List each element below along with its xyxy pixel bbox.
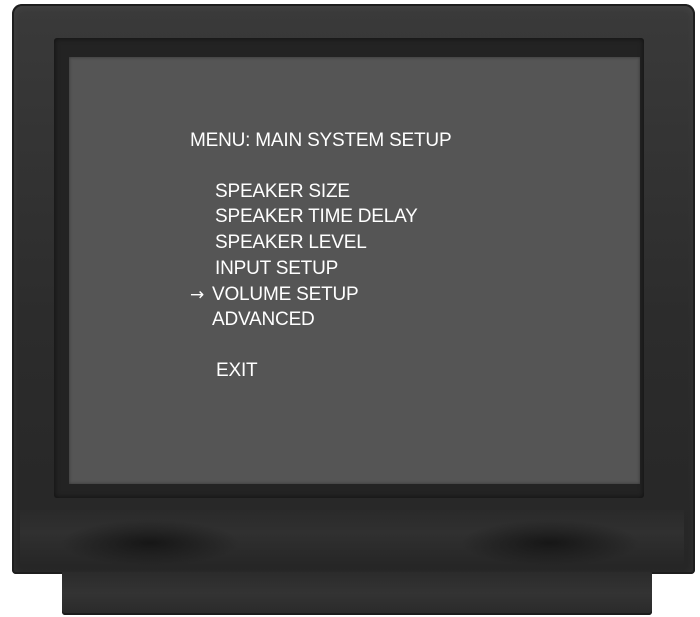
speaker-grille-right <box>460 520 640 566</box>
speaker-grille-left <box>60 520 240 566</box>
menu-item-exit[interactable]: EXIT <box>216 360 258 382</box>
menu-item-speaker-size[interactable]: SPEAKER SIZE <box>215 181 350 203</box>
menu-item-advanced[interactable]: ADVANCED <box>212 309 315 331</box>
tv-screen <box>69 57 640 484</box>
tv-stand <box>62 572 652 615</box>
menu-item-speaker-level[interactable]: SPEAKER LEVEL <box>215 232 367 254</box>
menu-item-input-setup[interactable]: INPUT SETUP <box>215 258 338 280</box>
menu-item-volume-setup[interactable]: VOLUME SETUP <box>212 284 359 306</box>
menu-item-speaker-time-delay[interactable]: SPEAKER TIME DELAY <box>215 206 418 228</box>
right-arrow-icon: → <box>190 285 205 305</box>
tv-set: MENU: MAIN SYSTEM SETUP SPEAKER SIZE SPE… <box>0 0 700 617</box>
menu-title: MENU: MAIN SYSTEM SETUP <box>190 130 452 151</box>
